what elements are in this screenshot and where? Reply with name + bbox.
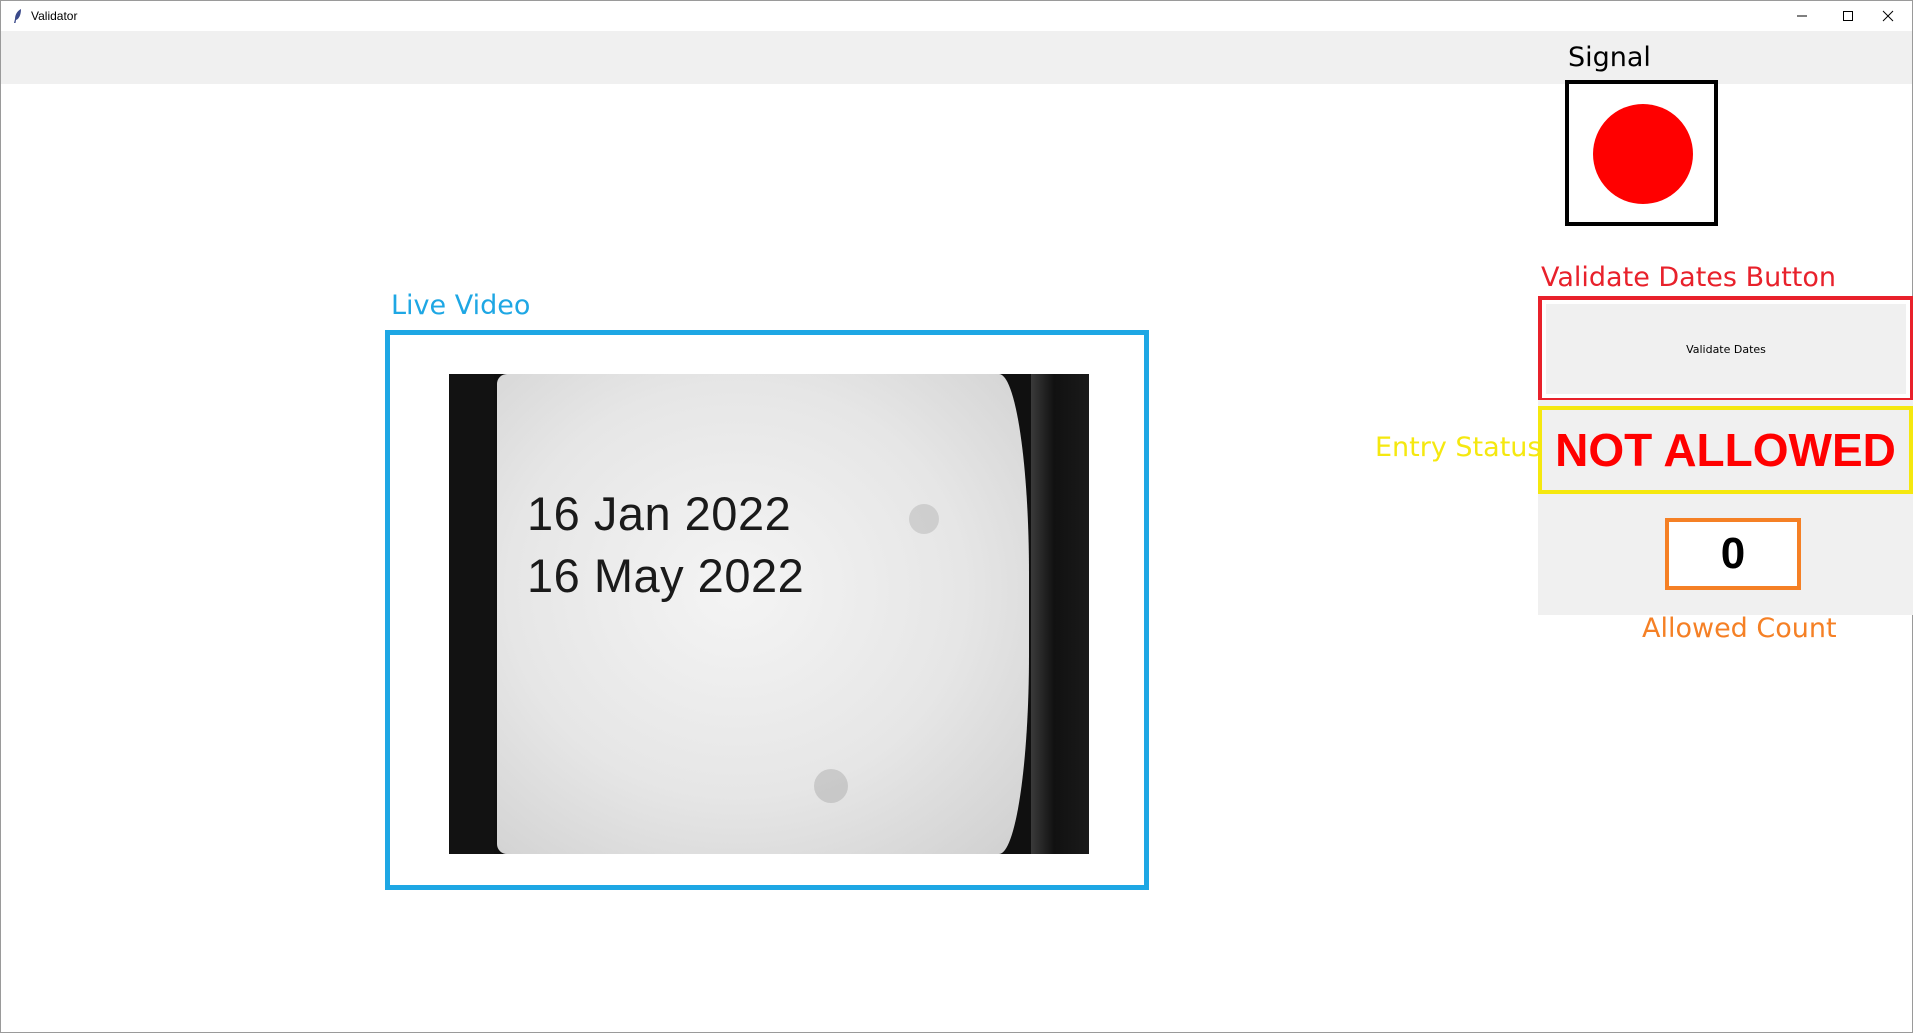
close-button[interactable] [1865,1,1911,31]
feed-right-edge [1031,374,1089,854]
window-title: Validator [31,9,78,23]
minimize-button[interactable] [1779,1,1825,31]
feed-date-line: 16 Jan 2022 [527,487,792,540]
feed-smudge [909,504,939,534]
live-video-label: Live Video [391,290,531,321]
allowed-count-value: 0 [1720,529,1746,578]
title-bar[interactable]: Validator [1,1,1912,31]
validate-dates-frame: Validate Dates [1538,296,1913,402]
live-video-feed: 16 Jan 2022 16 May 2022 [449,374,1089,854]
validate-dates-button[interactable]: Validate Dates [1546,304,1906,394]
signal-label: Signal [1568,42,1651,73]
feed-smudge [814,769,848,803]
signal-indicator-box [1565,80,1718,226]
close-icon [1882,10,1894,22]
allowed-count-label: Allowed Count [1642,613,1837,644]
maximize-icon [1843,11,1853,21]
entry-status-label: Entry Status [1375,432,1542,463]
feed-date-line: 16 May 2022 [527,549,805,602]
feed-paper [497,374,1029,854]
allowed-count-frame: 0 [1665,518,1801,590]
validate-dates-label: Validate Dates Button [1541,262,1837,293]
feather-icon [14,9,21,23]
signal-light [1593,104,1693,204]
minimize-icon [1797,15,1807,17]
feed-left-edge [449,374,494,854]
entry-status-frame: NOT ALLOWED [1538,406,1913,494]
entry-status-value: NOT ALLOWED [1555,424,1896,476]
